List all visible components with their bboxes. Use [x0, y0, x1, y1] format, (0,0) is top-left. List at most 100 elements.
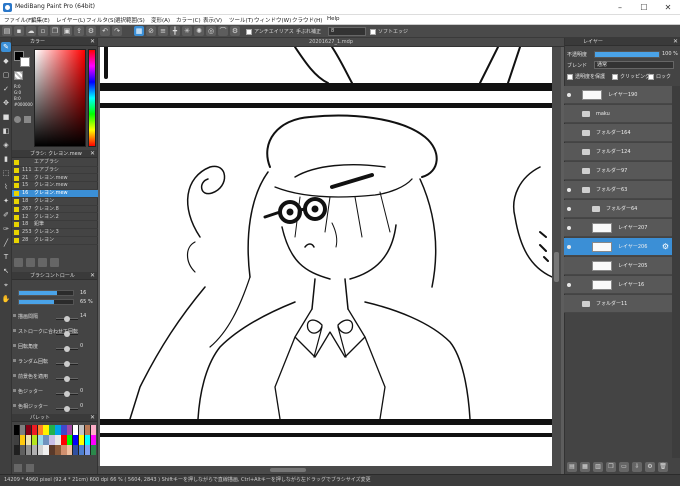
- palette-swatch[interactable]: [14, 435, 20, 445]
- brush-settings-icon[interactable]: [38, 258, 47, 267]
- hand-tool-icon[interactable]: ✋: [1, 294, 11, 304]
- brush-size-bar[interactable]: [18, 290, 74, 296]
- expand-icon[interactable]: [13, 329, 16, 332]
- palette-swatch[interactable]: [78, 425, 85, 435]
- palette-swatch[interactable]: [19, 445, 26, 455]
- settings-icon[interactable]: ⚙: [86, 26, 96, 36]
- new-8bit-layer-icon[interactable]: ▥: [593, 462, 603, 472]
- palette-swatch[interactable]: [37, 435, 43, 445]
- snap-circle-icon[interactable]: ◎: [206, 26, 216, 36]
- palette-swatch[interactable]: [84, 425, 91, 435]
- palette-swatch[interactable]: [14, 445, 20, 455]
- text-tool-icon[interactable]: T: [1, 252, 11, 262]
- slider-knob[interactable]: [64, 406, 70, 412]
- layer-opacity-bar[interactable]: [594, 51, 660, 58]
- menu-transform[interactable]: 変形(A): [151, 16, 170, 24]
- brush-list-item[interactable]: 18 クレヨン: [12, 198, 98, 206]
- brush-folder-icon[interactable]: [26, 258, 35, 267]
- background-color-swatch[interactable]: [20, 57, 30, 67]
- fill-rect-tool-icon[interactable]: ■: [1, 112, 11, 122]
- menu-color[interactable]: カラー(C): [176, 16, 201, 24]
- copy-icon[interactable]: ❐: [50, 26, 60, 36]
- document-tab[interactable]: 20201627_1.mdp: [98, 38, 564, 47]
- merge-down-icon[interactable]: ⇩: [632, 462, 642, 472]
- menu-tool[interactable]: ツール(T): [229, 16, 253, 24]
- visibility-eye-icon[interactable]: [567, 283, 571, 287]
- menu-edit[interactable]: 編集(E): [31, 16, 50, 24]
- layer-row[interactable]: レイヤー190: [564, 86, 672, 104]
- palette-swatch[interactable]: [19, 425, 26, 435]
- gear-icon[interactable]: ⚙: [662, 238, 669, 256]
- color-slider-icon[interactable]: [24, 116, 31, 123]
- delete-layer-icon[interactable]: 🗑: [658, 462, 668, 472]
- menu-cloud[interactable]: クラウド(H): [292, 16, 322, 24]
- grid-snap-icon[interactable]: ▦: [134, 26, 144, 36]
- layer-row[interactable]: レイヤー207: [564, 219, 672, 237]
- palette-swatch[interactable]: [31, 425, 38, 435]
- palette-swatch[interactable]: [43, 445, 49, 455]
- close-icon[interactable]: ✕: [673, 38, 678, 46]
- delete-color-icon[interactable]: [26, 464, 34, 472]
- gradient-tool-icon[interactable]: ▮: [1, 154, 11, 164]
- layer-settings-icon[interactable]: ⚙: [645, 462, 655, 472]
- palette-swatch[interactable]: [61, 425, 67, 435]
- slider-knob[interactable]: [64, 316, 70, 322]
- menu-select[interactable]: 選択範囲(S): [115, 16, 145, 24]
- menu-help[interactable]: Help: [327, 16, 340, 22]
- palette-swatch[interactable]: [90, 435, 96, 445]
- duplicate-layer-icon[interactable]: ❐: [606, 462, 616, 472]
- bucket-tool-icon[interactable]: ◈: [1, 140, 11, 150]
- brush-delete-icon[interactable]: [50, 258, 59, 267]
- palette-swatch[interactable]: [31, 435, 38, 445]
- eraser-tool-icon[interactable]: ◆: [1, 56, 11, 66]
- palette-swatch[interactable]: [90, 425, 96, 435]
- layer-row[interactable]: フォルダー63: [564, 181, 672, 199]
- stabilizer-select[interactable]: 8: [328, 27, 366, 36]
- palette-swatch[interactable]: [49, 425, 55, 435]
- brush-list-item[interactable]: 253 クレヨン.3: [12, 229, 98, 237]
- visibility-eye-icon[interactable]: [567, 188, 571, 192]
- expand-icon[interactable]: [13, 389, 16, 392]
- brush-list-item[interactable]: 267 クレヨン.8: [12, 206, 98, 214]
- add-brush-icon[interactable]: [14, 258, 23, 267]
- brush-property-slider[interactable]: [56, 406, 78, 412]
- add-color-icon[interactable]: [14, 464, 22, 472]
- horizontal-scroll-thumb[interactable]: [270, 468, 306, 472]
- save-icon[interactable]: ▪: [14, 26, 24, 36]
- slider-knob[interactable]: [64, 346, 70, 352]
- new-halftone-layer-icon[interactable]: ▦: [580, 462, 590, 472]
- layer-list-scrollbar[interactable]: [672, 86, 680, 458]
- palette-swatch[interactable]: [31, 445, 38, 455]
- palette-swatch[interactable]: [25, 435, 32, 445]
- palette-swatch[interactable]: [37, 425, 43, 435]
- snap-cross-icon[interactable]: ╋: [170, 26, 180, 36]
- palette-swatch[interactable]: [55, 425, 61, 435]
- vertical-scrollbar[interactable]: [552, 47, 561, 474]
- new-icon[interactable]: ▫: [38, 26, 48, 36]
- layer-row[interactable]: フォルダー97: [564, 162, 672, 180]
- brush-property-slider[interactable]: [56, 391, 78, 397]
- snap-curve-icon[interactable]: ⌒: [218, 26, 228, 36]
- palette-swatch[interactable]: [84, 445, 91, 455]
- lock-option[interactable]: ロック: [648, 73, 671, 80]
- palette-swatch[interactable]: [25, 425, 32, 435]
- undo-icon[interactable]: ↶: [100, 26, 110, 36]
- brush-tool-icon[interactable]: ✎: [1, 42, 11, 52]
- clipping-option[interactable]: クリッピング: [612, 73, 650, 80]
- close-icon[interactable]: ✕: [90, 414, 95, 422]
- protect-alpha-checkbox[interactable]: [567, 73, 573, 80]
- redo-icon[interactable]: ↷: [112, 26, 122, 36]
- layer-row[interactable]: フォルダー164: [564, 124, 672, 142]
- close-icon[interactable]: ✕: [90, 150, 95, 158]
- magic-wand-tool-icon[interactable]: ✦: [1, 196, 11, 206]
- expand-icon[interactable]: [13, 374, 16, 377]
- brush-list-item[interactable]: 21 クレヨン.mew: [12, 175, 98, 183]
- palette-swatch[interactable]: [78, 435, 85, 445]
- visibility-eye-icon[interactable]: [567, 207, 571, 211]
- cloud-icon[interactable]: ☁: [26, 26, 36, 36]
- layer-row[interactable]: フォルダー64: [564, 200, 672, 218]
- brush-list-item[interactable]: 28 クレヨン: [12, 237, 98, 245]
- antialias-option[interactable]: アンチエイリアス: [246, 28, 294, 35]
- layer-row[interactable]: レイヤー205: [564, 257, 672, 275]
- expand-icon[interactable]: [13, 359, 16, 362]
